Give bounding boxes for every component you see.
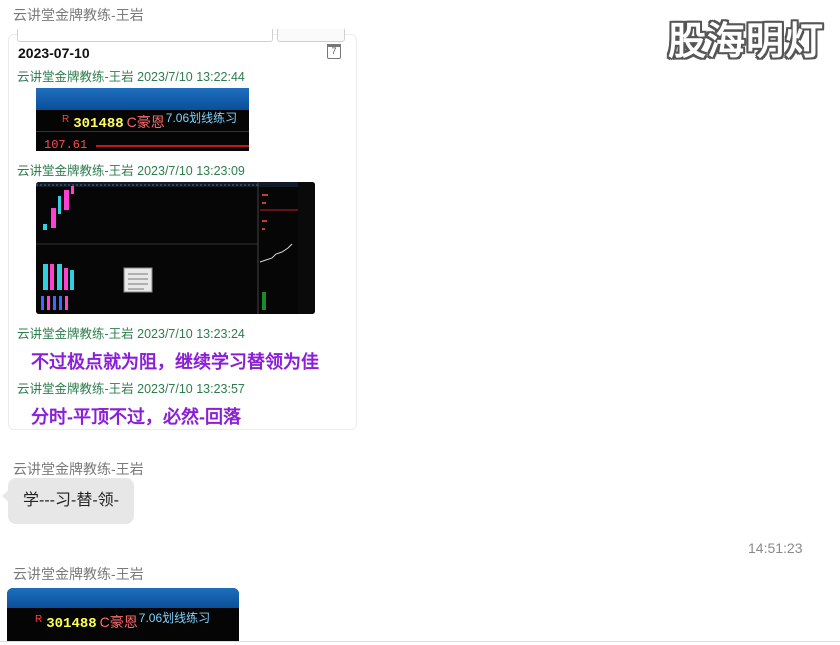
thumbnail-title-bar bbox=[36, 88, 249, 110]
highlight-message: 不过极点就为阻，继续学习替领为佳 bbox=[31, 352, 319, 372]
thumbnail-title-bar bbox=[7, 588, 239, 608]
divider bbox=[0, 641, 840, 642]
highlight-message: 分时-平顶不过，必然-回落 bbox=[31, 407, 241, 427]
price-fragment: 107.61 bbox=[44, 138, 88, 151]
sender-name: 云讲堂金牌教练-王岩 bbox=[13, 7, 144, 23]
message-timestamp: 14:51:23 bbox=[748, 540, 803, 556]
watermark-logo: 股海明灯 bbox=[667, 19, 824, 63]
calendar-icon[interactable]: 7 bbox=[327, 44, 341, 59]
stock-image-thumbnail[interactable]: R 301488 C豪恩7.06划线练习 bbox=[7, 588, 239, 641]
chart-image-thumbnail[interactable] bbox=[36, 182, 315, 314]
stock-title: R 301488 C豪恩7.06划线练习 bbox=[35, 611, 211, 632]
stock-image-thumbnail[interactable]: R 301488 C豪恩7.06划线练习 107.61 bbox=[36, 88, 249, 151]
record-meta: 云讲堂金牌教练-王岩 2023/7/10 13:23:57 bbox=[17, 382, 245, 396]
sender-name: 云讲堂金牌教练-王岩 bbox=[13, 566, 144, 582]
card-search-button[interactable] bbox=[277, 29, 345, 42]
chat-bubble[interactable]: 学---习-替-领- bbox=[2, 478, 134, 524]
record-meta: 云讲堂金牌教练-王岩 2023/7/10 13:23:24 bbox=[17, 327, 245, 341]
sender-name: 云讲堂金牌教练-王岩 bbox=[13, 461, 144, 477]
chat-record-card[interactable]: 2023-07-10 7 云讲堂金牌教练-王岩 2023/7/10 13:22:… bbox=[8, 29, 357, 430]
record-meta: 云讲堂金牌教练-王岩 2023/7/10 13:22:44 bbox=[17, 70, 245, 84]
record-meta: 云讲堂金牌教练-王岩 2023/7/10 13:23:09 bbox=[17, 164, 245, 178]
record-date: 2023-07-10 bbox=[18, 45, 90, 61]
card-search-field[interactable] bbox=[17, 29, 273, 42]
stock-title: R 301488 C豪恩7.06划线练习 bbox=[62, 111, 238, 132]
stock-chart-image bbox=[36, 182, 315, 314]
